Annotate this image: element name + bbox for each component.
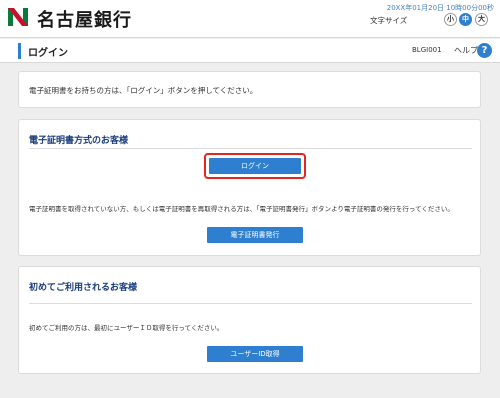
header: 名古屋銀行 20XX年01月20日 10時00分00秒 文字サイズ 小 中 大 <box>0 0 500 38</box>
title-bar: ログイン BLGI001 ヘルプ ? <box>0 39 500 63</box>
first-time-user-card: 初めてご利用されるお客様 初めてご利用の方は、最初にユーザーＩＤ取得を行ってくだ… <box>18 266 481 374</box>
bank-name: 名古屋銀行 <box>37 10 132 31</box>
login-datetime: 20XX年01月20日 10時00分00秒 <box>386 4 494 12</box>
certificate-issue-description: 電子証明書を取得されていない方、もしくは電子証明書を再取得される方は、「電子証明… <box>29 205 454 213</box>
font-size-medium-button[interactable]: 中 <box>459 13 472 26</box>
font-size-label: 文字サイズ <box>370 16 408 25</box>
first-time-section-title: 初めてご利用されるお客様 <box>29 283 138 293</box>
help-icon[interactable]: ? <box>477 43 492 58</box>
section-divider <box>29 148 472 149</box>
help-link[interactable]: ヘルプ <box>454 45 478 56</box>
login-button[interactable]: ログイン <box>209 158 301 174</box>
certificate-section-title: 電子証明書方式のお客様 <box>29 136 129 146</box>
certificate-login-card: 電子証明書方式のお客様 ログイン 電子証明書を取得されていない方、もしくは電子証… <box>18 119 481 256</box>
notice-card: 電子証明書をお持ちの方は、「ログイン」ボタンを押してください。 <box>18 71 481 108</box>
font-size-large-button[interactable]: 大 <box>475 13 488 26</box>
issue-certificate-button[interactable]: 電子証明書発行 <box>207 227 303 243</box>
section-divider <box>29 303 472 304</box>
title-accent-bar <box>18 43 21 59</box>
page-title: ログイン <box>28 48 68 59</box>
login-instruction-text: 電子証明書をお持ちの方は、「ログイン」ボタンを押してください。 <box>29 86 258 95</box>
first-time-description: 初めてご利用の方は、最初にユーザーＩＤ取得を行ってください。 <box>29 324 224 332</box>
font-size-small-button[interactable]: 小 <box>444 13 457 26</box>
bank-logo-icon <box>8 8 28 26</box>
screen-id: BLGI001 <box>412 46 442 54</box>
get-user-id-button[interactable]: ユーザーID取得 <box>207 346 303 362</box>
